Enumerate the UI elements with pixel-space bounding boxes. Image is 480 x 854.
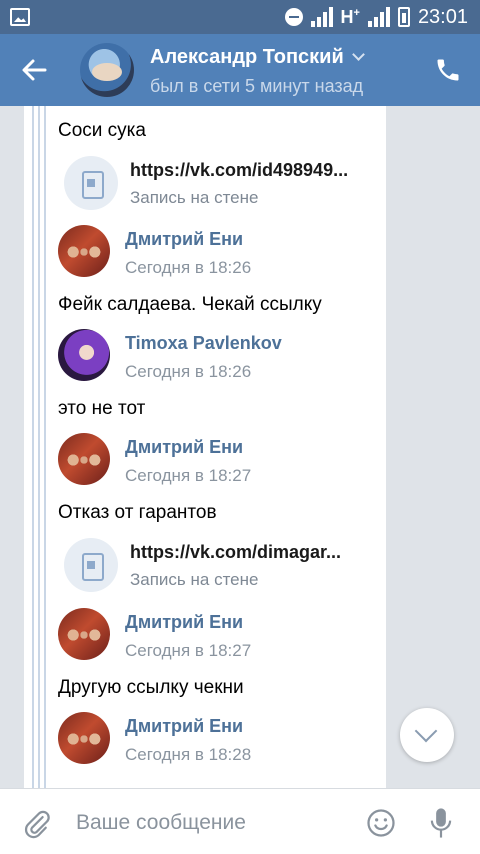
sender-name[interactable]: Дмитрий Ени <box>125 716 243 737</box>
message-text: это не тот <box>58 398 146 419</box>
sender-avatar[interactable] <box>58 433 110 485</box>
sender-name[interactable]: Дмитрий Ени <box>125 612 243 633</box>
message-time: Сегодня в 18:27 <box>125 466 252 485</box>
chevron-down-icon[interactable] <box>351 48 365 61</box>
message-composer <box>0 788 480 854</box>
wall-post-icon <box>64 538 118 592</box>
microphone-icon[interactable] <box>428 806 454 840</box>
status-icons: H+ 23:01 <box>284 5 468 28</box>
back-arrow-icon[interactable] <box>20 56 48 84</box>
message-time: Сегодня в 18:27 <box>125 641 252 660</box>
message-text: Фейк салдаева. Чекай ссылку <box>58 294 322 315</box>
sender-avatar[interactable] <box>58 712 110 764</box>
phone-icon[interactable] <box>434 56 462 84</box>
signal-icon-2 <box>367 7 390 27</box>
sender-avatar[interactable] <box>58 225 110 277</box>
forward-line <box>44 106 46 788</box>
attachment-label: Запись на стене <box>130 188 259 207</box>
attachment-url[interactable]: https://vk.com/id498949... <box>130 160 348 181</box>
message-time: Сегодня в 18:26 <box>125 258 252 277</box>
wall-post-icon <box>64 156 118 210</box>
attachment-label: Запись на стене <box>130 570 259 589</box>
message-text: Соси сука <box>58 120 146 141</box>
message-time: Сегодня в 18:28 <box>125 745 252 764</box>
status-bar: H+ 23:01 <box>0 0 480 34</box>
paperclip-icon[interactable] <box>22 809 52 839</box>
sender-name[interactable]: Дмитрий Ени <box>125 437 243 458</box>
message-list[interactable]: Соси сука https://vk.com/id498949... Зап… <box>0 106 480 788</box>
contact-avatar[interactable] <box>80 43 134 97</box>
forward-line <box>32 106 34 788</box>
attachment-url[interactable]: https://vk.com/dimagar... <box>130 542 341 563</box>
sender-avatar[interactable] <box>58 329 110 381</box>
do-not-disturb-icon <box>284 8 303 26</box>
message-text: Отказ от гарантов <box>58 502 217 523</box>
message-text: Другую ссылку чекни <box>58 677 244 698</box>
contact-name[interactable]: Александр Топский <box>150 46 365 69</box>
gallery-notification-icon <box>10 8 30 26</box>
signal-icon <box>310 7 333 27</box>
battery-icon <box>397 7 410 27</box>
sender-avatar[interactable] <box>58 608 110 660</box>
scroll-to-bottom-button[interactable] <box>400 708 454 762</box>
forward-line <box>38 106 40 788</box>
network-type: H+ <box>340 6 360 27</box>
sender-name[interactable]: Дмитрий Ени <box>125 229 243 250</box>
smile-icon[interactable] <box>366 808 396 838</box>
sender-name[interactable]: Timoxa Pavlenkov <box>125 333 282 354</box>
message-time: Сегодня в 18:26 <box>125 362 252 381</box>
contact-status: был в сети 5 минут назад <box>150 76 364 96</box>
chat-header: Александр Топский был в сети 5 минут наз… <box>0 34 480 106</box>
clock: 23:01 <box>417 5 468 28</box>
message-input[interactable] <box>76 809 356 837</box>
